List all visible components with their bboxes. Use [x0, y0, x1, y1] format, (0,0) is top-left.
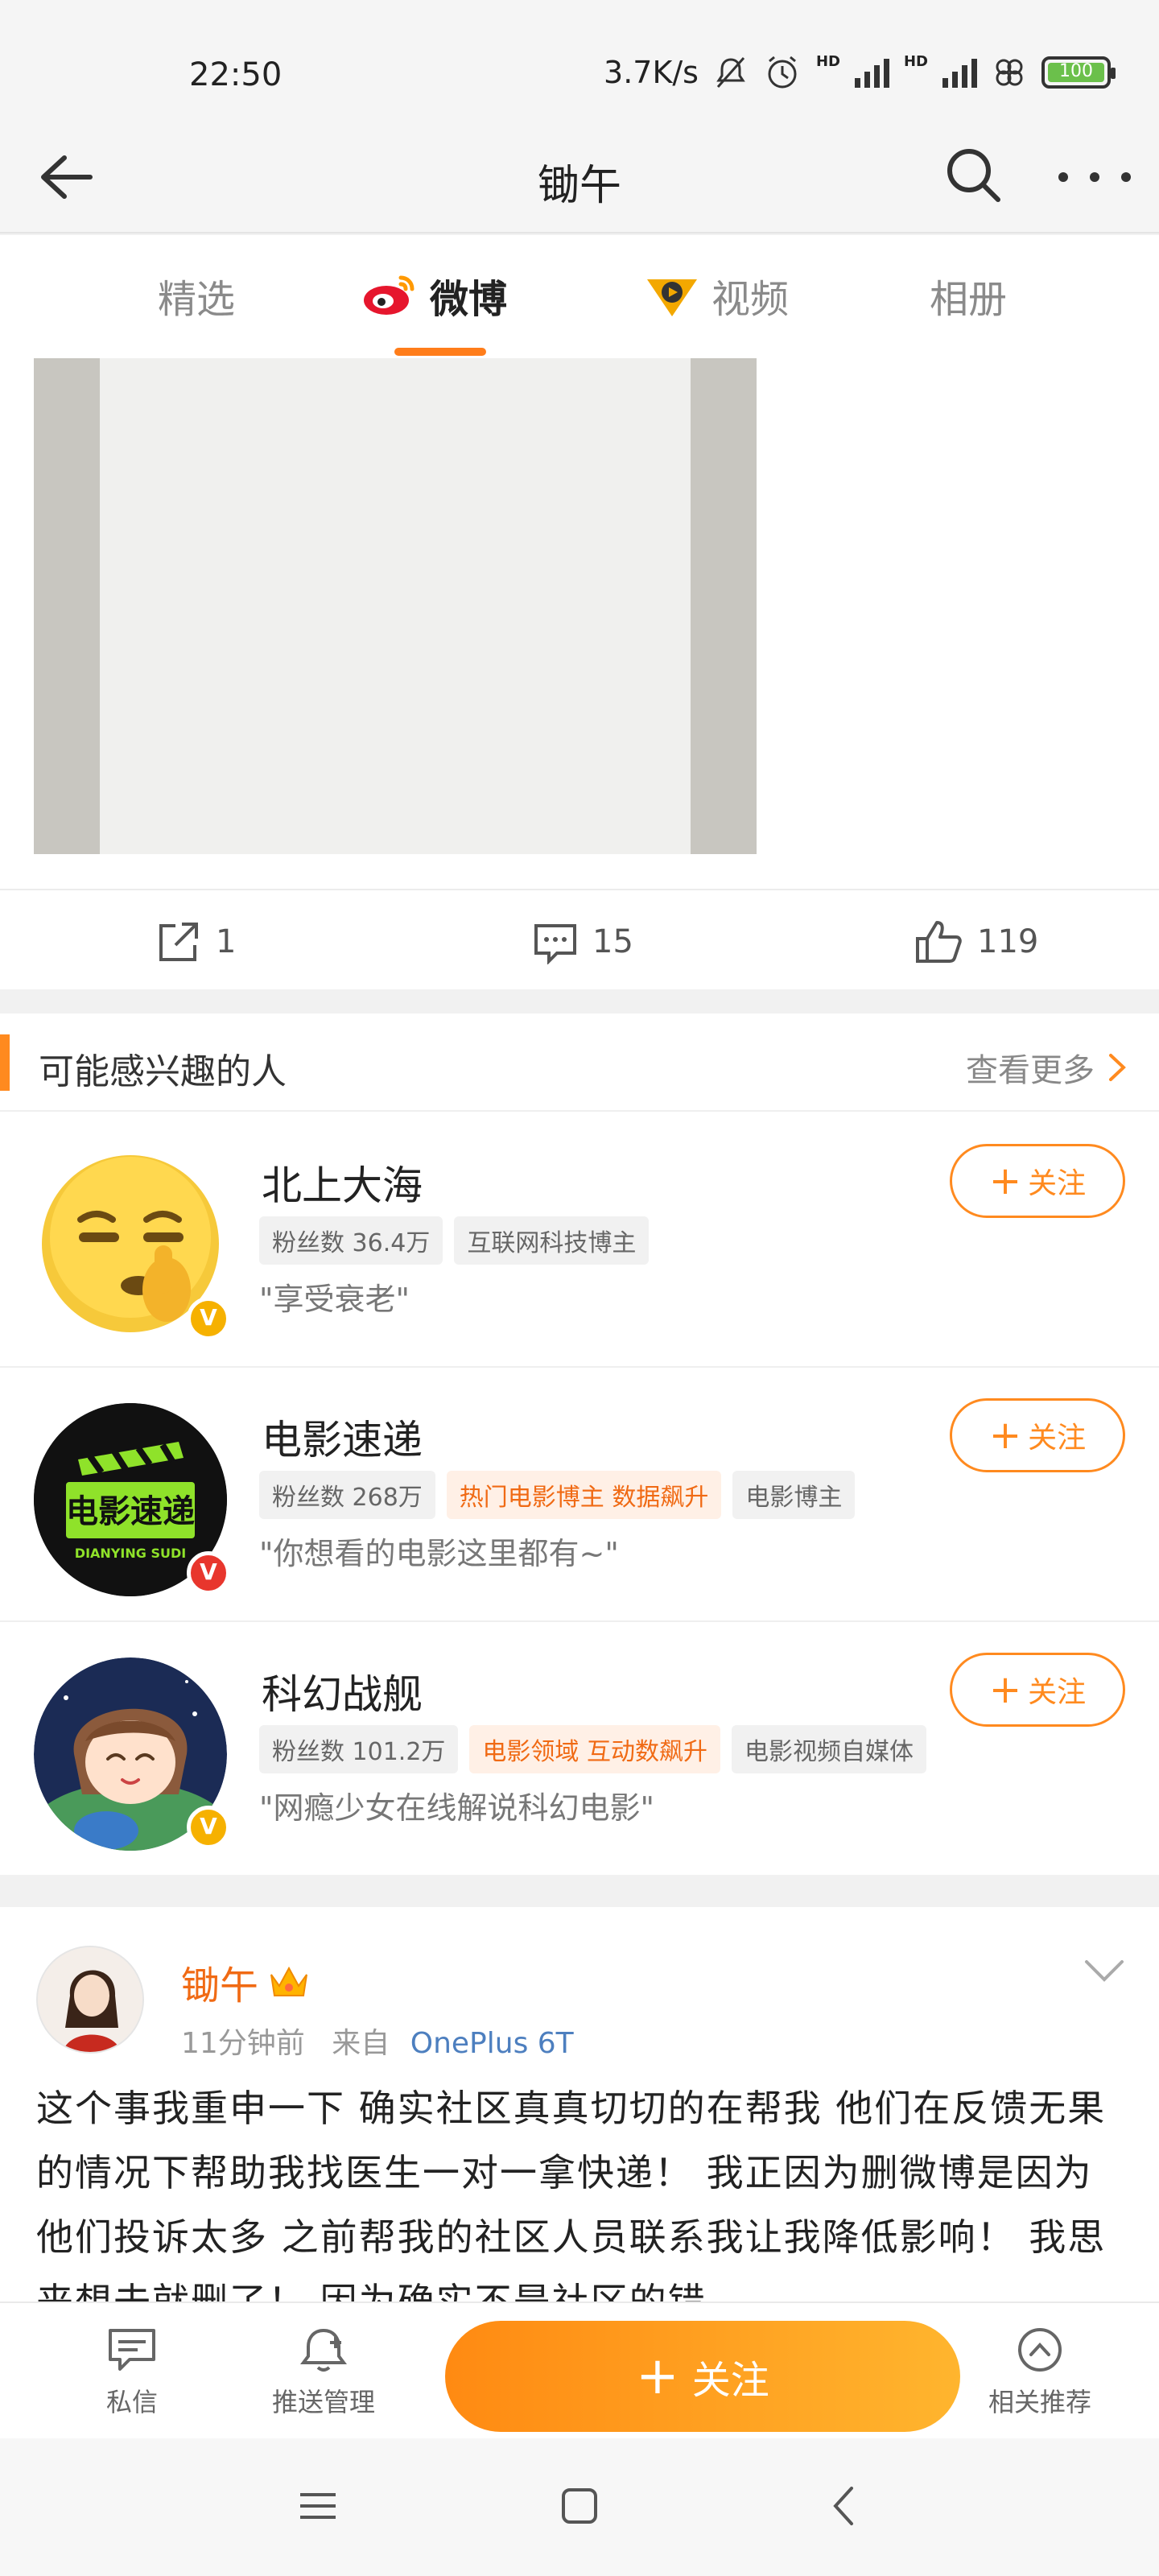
post-image[interactable] — [34, 358, 757, 854]
tab-label: 精选 — [158, 277, 236, 322]
verified-badge: V — [187, 1806, 230, 1849]
hot-tag: 热门电影博主 数据飙升 — [446, 1471, 722, 1519]
section-title: 可能感兴趣的人 — [39, 1051, 287, 1092]
follow-button[interactable]: + 关注 — [950, 1653, 1125, 1727]
home-icon[interactable] — [555, 2482, 604, 2530]
repost-count: 1 — [216, 923, 237, 960]
post-device[interactable]: OnePlus 6T — [410, 2027, 574, 2060]
person-tag: 互联网科技博主 — [454, 1216, 650, 1265]
fans-count: 粉丝数 268万 — [259, 1471, 435, 1519]
hot-tag: 电影领域 互动数飙升 — [469, 1725, 720, 1773]
message-icon — [109, 2329, 155, 2371]
recommended-person[interactable]: 电影速递 DIANYING SUDI V 电影速递 粉丝数 268万 热门电影博… — [0, 1368, 1159, 1622]
weibo-logo-icon — [364, 275, 415, 315]
video-logo-icon — [647, 279, 697, 316]
bell-plus-icon — [300, 2328, 347, 2372]
user-portrait-icon — [38, 1947, 142, 2052]
person-tags: 粉丝数 101.2万 电影领域 互动数飙升 电影视频自媒体 — [259, 1725, 926, 1773]
post-meta: 11分钟前 来自 OnePlus 6T — [181, 2020, 574, 2062]
recommended-person[interactable]: V 科幻战舰 粉丝数 101.2万 电影领域 互动数飙升 电影视频自媒体 "网瘾… — [0, 1622, 1159, 1876]
verified-badge: V — [187, 1551, 230, 1595]
person-tag: 电影博主 — [732, 1471, 856, 1519]
post-text: 这个事我重申一下 确实社区真真切切的在帮我 他们在反馈无果的情况下帮助我找医生一… — [36, 2087, 1107, 2301]
message-button[interactable]: 私信 — [52, 2326, 212, 2419]
follow-button[interactable]: + 关注 — [950, 1398, 1125, 1472]
tab-featured[interactable]: 精选 — [158, 267, 235, 324]
menu-icon[interactable] — [294, 2482, 342, 2530]
tab-label: 视频 — [711, 277, 790, 322]
tab-weibo[interactable]: 微博 — [362, 267, 508, 356]
follow-main-button[interactable]: + 关注 — [445, 2321, 960, 2432]
person-name[interactable]: 科幻战舰 — [262, 1662, 423, 1720]
bottom-action-bar: 私信 推送管理 + 关注 相关推荐 — [0, 2301, 1159, 2438]
verified-badge: V — [187, 1297, 230, 1340]
alarm-icon — [768, 56, 797, 89]
tab-label: 微博 — [430, 277, 508, 322]
status-time: 22:50 — [189, 56, 283, 93]
logo-subtext: DIANYING SUDI — [75, 1546, 186, 1561]
status-bar: 22:50 3.7K/s HD HD 100 — [0, 0, 1159, 121]
post-time: 11分钟前 — [181, 2027, 305, 2060]
search-icon[interactable] — [942, 143, 1006, 208]
chevron-down-icon[interactable] — [1082, 1955, 1127, 1988]
tab-video[interactable]: 视频 — [644, 267, 789, 324]
recommended-people-section: 可能感兴趣的人 查看更多 V 北上大海 粉丝数 36.4万 互联网科技博主 "享… — [0, 1013, 1159, 1875]
person-tags: 粉丝数 36.4万 互联网科技博主 — [259, 1216, 650, 1265]
logo-text: 电影速递 — [66, 1493, 195, 1530]
hd-label: HD — [903, 53, 928, 70]
signal-icon — [942, 57, 977, 88]
fans-count: 粉丝数 101.2万 — [259, 1725, 459, 1773]
post-action-bar: 1 15 119 — [0, 889, 1159, 989]
comment-icon — [534, 924, 576, 964]
recommended-person[interactable]: V 北上大海 粉丝数 36.4万 互联网科技博主 "享受衰老" + 关注 — [0, 1113, 1159, 1368]
thumbs-up-icon — [916, 921, 962, 963]
person-description: "享受衰老" — [259, 1282, 410, 1317]
repost-icon — [159, 923, 198, 961]
chevron-up-circle-icon — [1018, 2328, 1062, 2372]
post-source-label: 来自 — [332, 2027, 390, 2060]
tab-label: 相册 — [930, 277, 1008, 322]
clover-icon — [996, 59, 1023, 86]
profile-tabs: 精选 微博 视频 相册 — [0, 235, 1159, 356]
plus-icon: + — [988, 1158, 1022, 1203]
person-name[interactable]: 电影速递 — [262, 1408, 423, 1466]
more-options-icon[interactable] — [1058, 161, 1131, 193]
mute-icon — [716, 57, 745, 88]
plus-icon: + — [636, 2347, 679, 2406]
like-button[interactable]: 119 — [914, 919, 1038, 964]
person-name[interactable]: 北上大海 — [262, 1154, 423, 1212]
system-navigation-bar — [0, 2438, 1159, 2576]
post-username[interactable]: 锄午 — [181, 1954, 310, 2010]
status-icons: 3.7K/s HD HD 100 — [604, 53, 1116, 92]
follow-button[interactable]: + 关注 — [950, 1144, 1125, 1218]
plus-icon: + — [988, 1413, 1022, 1458]
fans-count: 粉丝数 36.4万 — [259, 1216, 443, 1265]
signal-icon — [854, 57, 889, 88]
active-tab-indicator — [394, 348, 486, 356]
weibo-post[interactable]: 锄午 11分钟前 来自 OnePlus 6T 这个事我重申一下 确实社区真真切切… — [0, 1907, 1159, 2301]
battery-level: 100 — [1059, 61, 1093, 81]
net-speed: 3.7K/s — [604, 55, 699, 90]
person-tags: 粉丝数 268万 热门电影博主 数据飙升 电影博主 — [259, 1471, 856, 1519]
tab-album[interactable]: 相册 — [930, 267, 1007, 324]
person-tag: 电影视频自媒体 — [731, 1725, 926, 1773]
like-count: 119 — [977, 923, 1039, 960]
comment-count: 15 — [592, 923, 633, 960]
top-nav-bar: 锄午 — [0, 121, 1159, 233]
crown-icon — [270, 1966, 308, 1996]
comment-button[interactable]: 15 — [533, 919, 633, 964]
push-settings-button[interactable]: 推送管理 — [243, 2326, 404, 2419]
avatar[interactable] — [36, 1946, 144, 2054]
repost-button[interactable]: 1 — [156, 919, 236, 964]
section-header: 可能感兴趣的人 查看更多 — [0, 1013, 1159, 1112]
plus-icon: + — [988, 1667, 1022, 1712]
battery-icon: 100 — [1041, 56, 1116, 89]
back-icon[interactable] — [821, 2482, 869, 2530]
related-recommend-button[interactable]: 相关推荐 — [959, 2326, 1120, 2419]
chevron-right-icon — [1109, 1054, 1126, 1081]
person-description: "网瘾少女在线解说科幻电影" — [259, 1790, 654, 1826]
person-description: "你想看的电影这里都有~" — [259, 1536, 619, 1571]
see-more-link[interactable]: 查看更多 — [966, 1044, 1127, 1091]
hd-label: HD — [815, 53, 840, 70]
